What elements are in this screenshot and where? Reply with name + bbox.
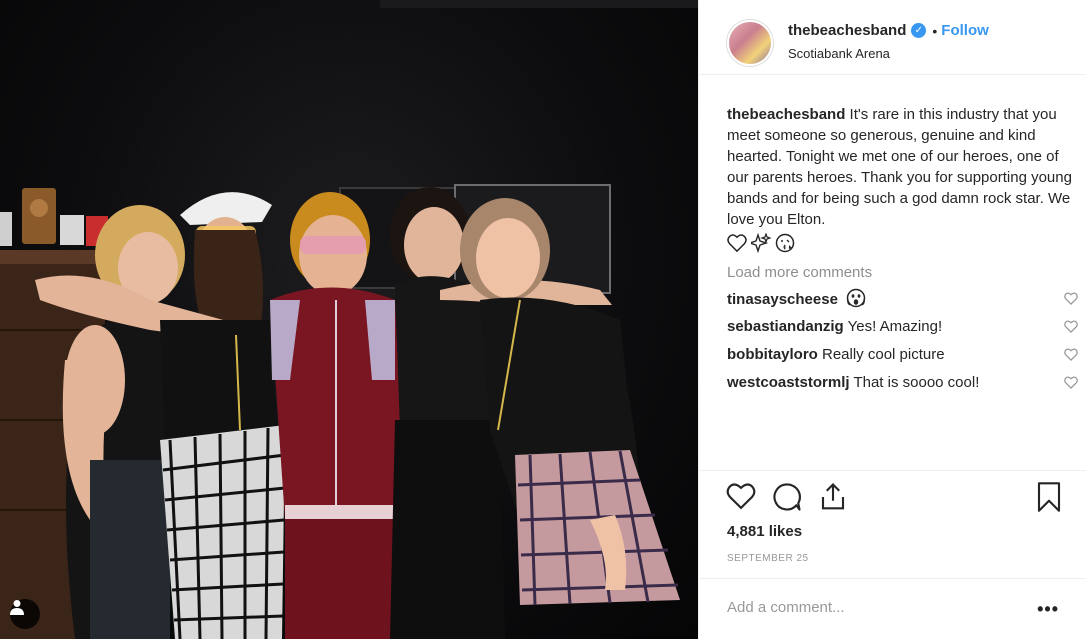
photo-illustration: [0, 0, 698, 639]
verified-badge-icon: ✓: [911, 23, 927, 38]
caption-username[interactable]: thebeachesband: [727, 106, 845, 123]
comment-like-heart-icon[interactable]: [1064, 376, 1078, 389]
comment-username[interactable]: westcoaststormlj: [727, 374, 850, 391]
comment-row: tinasayscheese: [727, 288, 1078, 309]
add-comment-input[interactable]: Add a comment...: [727, 599, 845, 616]
post-date: SEPTEMBER 25: [727, 553, 809, 564]
sparkles-emoji-icon: [751, 233, 771, 253]
username-row: thebeachesband ✓ • Follow: [788, 22, 989, 39]
author-username[interactable]: thebeachesband: [788, 22, 906, 39]
post-caption: thebeachesband It's rare in this industr…: [727, 104, 1072, 230]
caption-emojis: [727, 232, 1072, 254]
tag-user-icon[interactable]: [10, 599, 40, 629]
screaming-face-emoji-icon: [846, 288, 866, 308]
caption-text: It's rare in this industry that you meet…: [727, 106, 1072, 228]
post-location[interactable]: Scotiabank Arena: [788, 46, 890, 61]
comment-username[interactable]: sebastiandanzig: [727, 318, 844, 335]
comment-row: westcoaststormlj That is soooo cool!: [727, 372, 1078, 393]
comment-like-heart-icon[interactable]: [1064, 320, 1078, 333]
like-count[interactable]: 4,881 likes: [727, 523, 802, 540]
separator-dot: •: [932, 22, 938, 39]
post-photo[interactable]: [0, 0, 698, 639]
comment-row: bobbitayloro Really cool picture: [727, 344, 1078, 365]
post-header: thebeachesband ✓ • Follow Scotiabank Are…: [699, 0, 1086, 75]
more-options-icon[interactable]: •••: [1037, 599, 1059, 620]
comment-text: Yes! Amazing!: [847, 318, 943, 335]
comment-text: That is soooo cool!: [853, 374, 980, 391]
bookmark-icon[interactable]: [1036, 482, 1062, 512]
comment-icon[interactable]: [772, 482, 802, 512]
comment-username[interactable]: bobbitayloro: [727, 346, 818, 363]
comment-row: sebastiandanzig Yes! Amazing!: [727, 316, 1078, 337]
add-comment-bar: Add a comment... •••: [699, 578, 1086, 639]
comment-text: Really cool picture: [822, 346, 945, 363]
white-heart-emoji-icon: [727, 234, 747, 252]
share-icon[interactable]: [818, 482, 848, 512]
follow-button[interactable]: Follow: [941, 22, 989, 39]
comment-like-heart-icon[interactable]: [1064, 292, 1078, 305]
kiss-face-emoji-icon: [775, 233, 795, 253]
comment-like-heart-icon[interactable]: [1064, 348, 1078, 361]
load-more-comments[interactable]: Load more comments: [727, 264, 1072, 281]
comment-username[interactable]: tinasayscheese: [727, 291, 838, 308]
avatar[interactable]: [727, 20, 773, 66]
comments-section: thebeachesband It's rare in this industr…: [727, 104, 1078, 393]
post-side-panel: thebeachesband ✓ • Follow Scotiabank Are…: [698, 0, 1086, 639]
heart-icon[interactable]: [726, 482, 756, 510]
post-actions: 4,881 likes SEPTEMBER 25: [699, 470, 1086, 570]
